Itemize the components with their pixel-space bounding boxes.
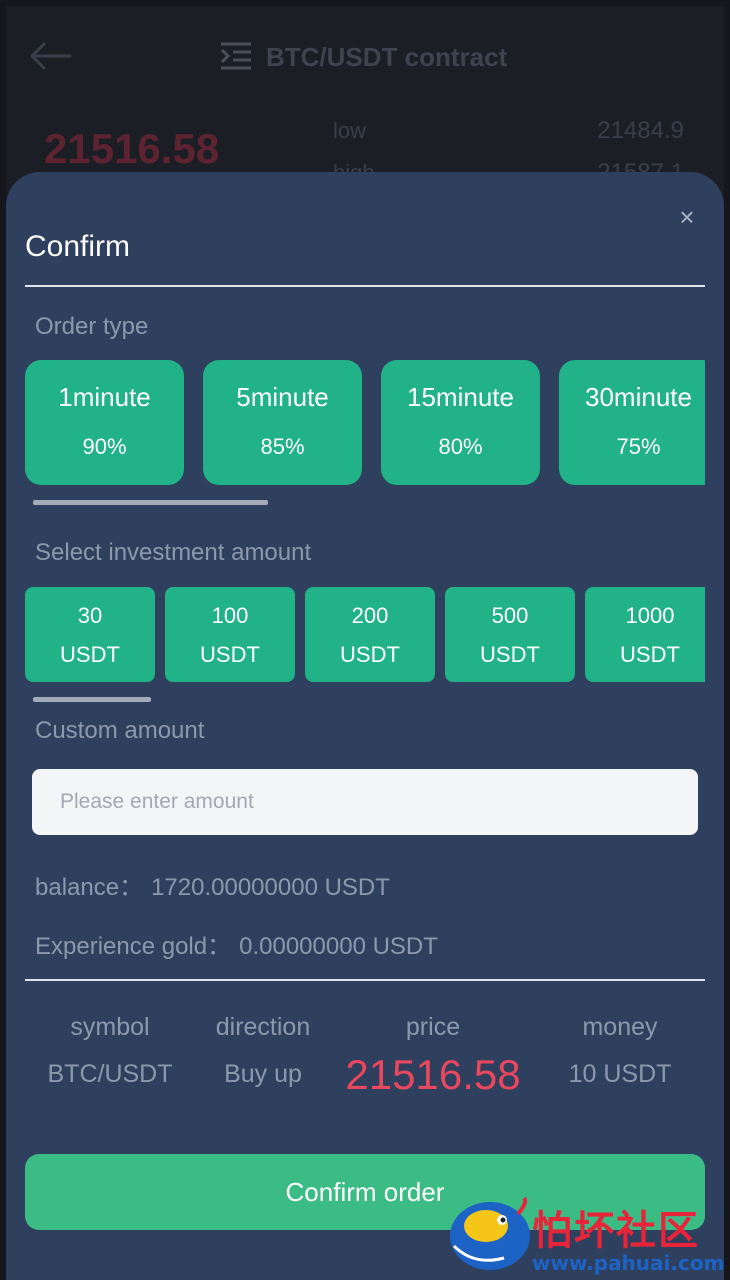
order-rate: 85% — [260, 434, 305, 459]
investment-amount-label: Select investment amount — [35, 539, 312, 566]
stat-label-low: low — [333, 118, 367, 143]
back-arrow-icon[interactable] — [26, 38, 72, 74]
close-icon[interactable]: × — [672, 202, 702, 232]
divider — [25, 979, 705, 981]
order-type-card-1minute[interactable]: 1minute 90% — [25, 360, 184, 485]
current-price: 21516.58 — [44, 125, 220, 172]
experience-gold-label: Experience gold： — [35, 933, 232, 960]
experience-gold-value: 0.00000000 USDT — [239, 933, 438, 960]
order-rate: 80% — [438, 434, 483, 459]
order-duration: 1minute — [58, 382, 151, 412]
amount-option-1000[interactable]: 1000 USDT — [585, 587, 705, 682]
summary-header-symbol: symbol — [70, 1013, 150, 1041]
order-type-scrollbar[interactable] — [33, 500, 268, 505]
watermark-text: 怕坏社区 — [532, 1208, 700, 1254]
amount-unit: USDT — [60, 642, 120, 667]
menu-indent-icon[interactable] — [219, 40, 253, 72]
order-rate: 90% — [82, 434, 127, 459]
balance-label: balance： — [35, 874, 144, 901]
order-duration: 15minute — [407, 382, 514, 412]
amount-value: 200 — [351, 603, 389, 628]
experience-gold-line: Experience gold： 0.00000000 USDT — [35, 926, 438, 961]
amount-value: 500 — [491, 603, 529, 628]
order-type-card-15minute[interactable]: 15minute 80% — [381, 360, 540, 485]
dialog-title: Confirm — [25, 230, 131, 263]
summary-header-money: money — [582, 1013, 658, 1041]
summary-money: 10 USDT — [568, 1060, 672, 1088]
amount-option-500[interactable]: 500 USDT — [445, 587, 575, 682]
divider — [25, 285, 705, 287]
order-type-card-30minute[interactable]: 30minute 75% — [559, 360, 705, 485]
amount-value: 100 — [211, 603, 249, 628]
order-type-list[interactable]: 1minute 90% 5minute 85% 15minute 80% 30m… — [25, 360, 705, 485]
summary-price: 21516.58 — [345, 1051, 521, 1098]
order-rate: 75% — [616, 434, 661, 459]
amount-unit: USDT — [340, 642, 400, 667]
watermark-url: www.pahuai.com — [532, 1251, 725, 1275]
order-duration: 30minute — [585, 382, 692, 412]
investment-amount-list[interactable]: 30 USDT 100 USDT 200 USDT 500 USDT 1000 … — [25, 587, 705, 682]
order-type-label: Order type — [35, 313, 149, 340]
balance-value: 1720.00000000 USDT — [151, 874, 390, 901]
stat-value-low: 21484.9 — [597, 117, 684, 144]
summary-header-price: price — [405, 1013, 461, 1041]
amount-option-100[interactable]: 100 USDT — [165, 587, 295, 682]
order-duration: 5minute — [236, 382, 329, 412]
amount-unit: USDT — [480, 642, 540, 667]
order-type-card-5minute[interactable]: 5minute 85% — [203, 360, 362, 485]
summary-direction: Buy up — [224, 1060, 302, 1088]
summary-symbol: BTC/USDT — [47, 1060, 173, 1088]
amount-unit: USDT — [620, 642, 680, 667]
amount-unit: USDT — [200, 642, 260, 667]
amount-value: 1000 — [625, 603, 675, 628]
amount-option-200[interactable]: 200 USDT — [305, 587, 435, 682]
summary-header-direction: direction — [215, 1013, 311, 1041]
page-title: BTC/USDT contract — [266, 42, 508, 72]
amount-scrollbar[interactable] — [33, 697, 151, 702]
amount-value: 30 — [77, 603, 103, 628]
custom-amount-input[interactable] — [32, 769, 698, 835]
custom-amount-label: Custom amount — [35, 717, 205, 744]
amount-option-30[interactable]: 30 USDT — [25, 587, 155, 682]
balance-line: balance： 1720.00000000 USDT — [35, 867, 390, 902]
